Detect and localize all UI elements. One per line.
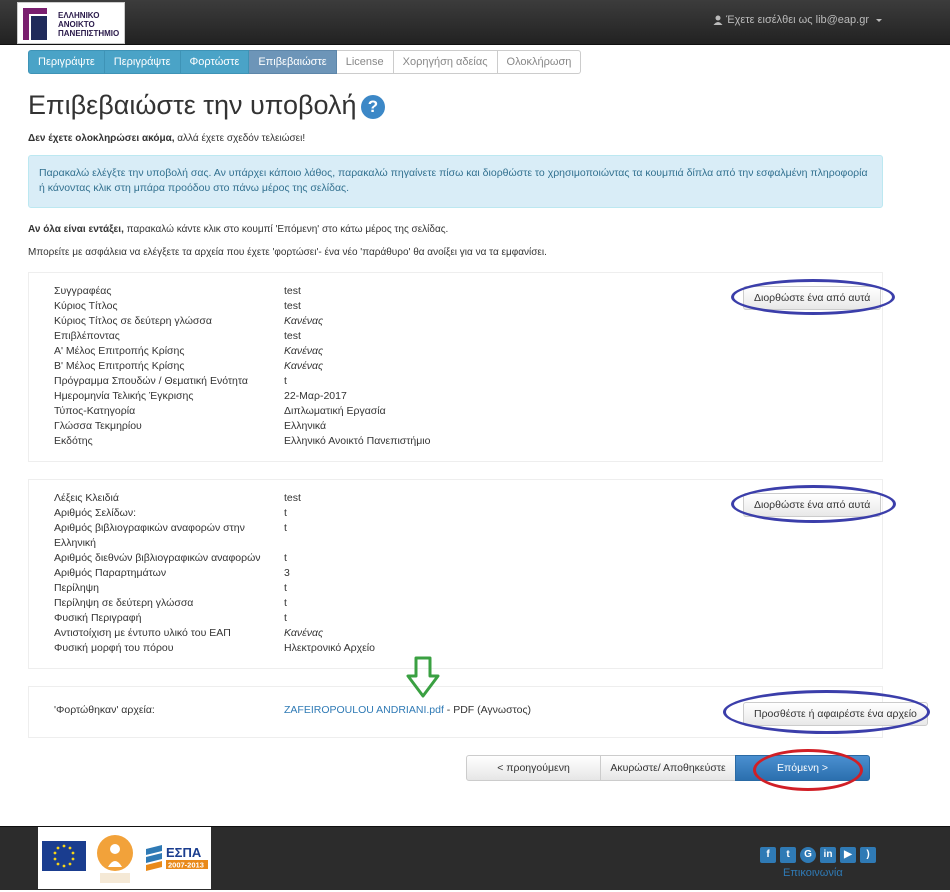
step-describe-2[interactable]: Περιγράψτε [104,50,181,74]
metadata-label: Ημερομηνία Τελικής Έγκρισης [54,390,194,402]
metadata-value: Ελληνικά [284,420,327,432]
step-confirm[interactable]: Επιβεβαιώστε [249,50,337,74]
metadata-label: Εκδότης [54,435,93,447]
metadata-label: Συγγραφέας [54,285,112,297]
metadata-value: Ελληνικό Ανοικτό Πανεπιστήμιο [284,435,431,447]
espa-years: 2007-2013 [168,861,204,870]
next-button[interactable]: Επόμενη > [735,755,870,781]
previous-button[interactable]: < προηγούμενη [466,755,601,781]
files-note: Μπορείτε με ασφάλεια να ελέγξετε τα αρχε… [28,247,547,258]
metadata-label: Β' Μέλος Επιτροπής Κρίσης [54,360,185,372]
user-menu[interactable]: Έχετε εισέλθει ως lib@eap.gr [713,14,882,26]
metadata-label: Επιβλέποντας [54,330,120,342]
metadata-label: Αριθμός Παραρτημάτων [54,567,167,579]
metadata-panel-2: Λέξεις Κλειδιά test Αριθμός Σελίδων: t Αριθμ… [28,479,883,669]
ok-instruction-rest: παρακαλώ κάντε κλικ στο κουμπί 'Επόμενη'… [123,224,449,235]
linkedin-icon[interactable]: in [820,847,836,863]
metadata-value: t [284,582,287,594]
metadata-value: Διπλωματική Εργασία [284,405,386,417]
metadata-label: Α' Μέλος Επιτροπής Κρίσης [54,345,185,357]
metadata-label: Αριθμός βιβλιογραφικών αναφορών στην Ελλ… [54,522,245,549]
metadata-label: Κύριος Τίτλος [54,300,118,312]
ok-instruction-bold: Αν όλα είναι εντάξει, [28,224,124,235]
footer: ΕΣΠΑ 2007-2013 f t G in ▶ ) Επικοινωνία [0,826,950,890]
metadata-label: Αντιστοίχιση με έντυπο υλικό του ΕΑΠ [54,627,231,639]
contact-link[interactable]: Επικοινωνία [783,867,843,879]
info-alert: Παρακαλώ ελέγξτε την υποβολή σας. Αν υπά… [28,155,883,208]
metadata-label: Αριθμός Σελίδων: [54,507,136,519]
metadata-value: Κανένας [284,345,324,357]
metadata-label: Κύριος Τίτλος σε δεύτερη γλώσσα [54,315,212,327]
twitter-icon[interactable]: t [780,847,796,863]
step-upload[interactable]: Φορτώστε [180,50,250,74]
help-icon[interactable]: ? [361,95,385,119]
cancel-save-button[interactable]: Ακυρώστε/ Αποθηκεύστε [600,755,736,781]
metadata-value: t [284,507,287,519]
add-remove-file-button[interactable]: Προσθέστε ή αφαιρέστε ένα αρχείο [743,702,928,726]
step-complete: Ολοκλήρωση [497,50,582,74]
files-panel: 'Φορτώθηκαν' αρχεία: ZAFEIROPOULOU ANDRI… [28,686,928,738]
metadata-value: t [284,552,287,564]
metadata-label: Περίληψη σε δεύτερη γλώσσα [54,597,194,609]
ok-instruction: Αν όλα είναι εντάξει, παρακαλώ κάντε κλι… [28,224,448,235]
metadata-value: test [284,330,301,342]
user-status-text: Έχετε εισέλθει ως lib@eap.gr [726,14,869,26]
metadata-value: Κανένας [284,315,324,327]
metadata-label: Λέξεις Κλειδιά [54,492,119,504]
metadata-value: Κανένας [284,360,324,372]
metadata-value: test [284,492,301,504]
metadata-label: Γλώσσα Τεκμηρίου [54,420,142,432]
rss-icon[interactable]: ) [860,847,876,863]
chevron-down-icon [876,18,882,22]
metadata-value: Ηλεκτρονικό Αρχείο [284,642,375,654]
submission-progress-bar: Περιγράψτε Περιγράψτε Φορτώστε Επιβεβαιώ… [28,50,582,74]
edit-section-2-button[interactable]: Διορθώστε ένα από αυτά [743,493,882,517]
metadata-value: t [284,612,287,624]
almost-done-text: Δεν έχετε ολοκληρώσει ακόμα, αλλά έχετε … [28,133,305,144]
step-license: License [336,50,394,74]
logo-text: ΕΛΛΗΝΙΚΟ ΑΝΟΙΚΤΟ ΠΑΝΕΠΙΣΤΗΜΙΟ [58,11,120,38]
eu-funding-logo-icon: ΕΣΠΑ 2007-2013 [42,835,208,883]
edit-section-1-button[interactable]: Διορθώστε ένα από αυτά [743,286,882,310]
page-title: Επιβεβαιώστε την υποβολή [28,90,357,120]
uploaded-files-label: 'Φορτώθηκαν' αρχεία: [54,704,155,716]
top-navbar: ΕΛΛΗΝΙΚΟ ΑΝΟΙΚΤΟ ΠΑΝΕΠΙΣΤΗΜΙΟ Έχετε εισέ… [0,0,950,45]
logo-mark-icon [21,6,51,42]
almost-done-rest: αλλά έχετε σχεδόν τελειώσει! [174,133,306,144]
metadata-panel-1: Συγγραφέας test Κύριος Τίτλος test Κύριος Τί… [28,272,883,462]
metadata-value: test [284,285,301,297]
metadata-value: t [284,375,287,387]
metadata-label: Πρόγραμμα Σπουδών / Θεματική Ενότητα [54,375,248,387]
google-plus-icon[interactable]: G [800,847,816,863]
metadata-value: 22-Μαρ-2017 [284,390,347,402]
step-describe-1[interactable]: Περιγράψτε [28,50,105,74]
espa-funding-logos: ΕΣΠΑ 2007-2013 [38,827,211,889]
user-icon [713,15,723,25]
metadata-value: Κανένας [284,627,324,639]
metadata-value: t [284,522,287,534]
metadata-label: Περίληψη [54,582,99,594]
almost-done-bold: Δεν έχετε ολοκληρώσει ακόμα, [28,133,175,144]
youtube-icon[interactable]: ▶ [840,847,856,863]
uploaded-file-value: ZAFEIROPOULOU ANDRIANI.pdf - PDF (Αγνωστ… [284,703,604,718]
down-arrow-annotation-icon [406,656,440,698]
metadata-label: Αριθμός διεθνών βιβλιογραφικών αναφορών [54,552,261,564]
espa-text: ΕΣΠΑ [166,845,202,860]
metadata-label: Φυσική Περιγραφή [54,612,142,624]
metadata-label: Φυσική μορφή του πόρου [54,642,174,654]
university-logo[interactable]: ΕΛΛΗΝΙΚΟ ΑΝΟΙΚΤΟ ΠΑΝΕΠΙΣΤΗΜΙΟ [17,2,125,44]
facebook-icon[interactable]: f [760,847,776,863]
metadata-value: test [284,300,301,312]
step-grant-license: Χορηγήση αδείας [393,50,498,74]
metadata-value: t [284,597,287,609]
metadata-label: Τύπος-Κατηγορία [54,405,136,417]
uploaded-file-info: - PDF (Αγνωστος) [443,704,532,716]
metadata-value: 3 [284,567,290,579]
uploaded-file-link[interactable]: ZAFEIROPOULOU ANDRIANI.pdf [284,704,444,716]
social-links: f t G in ▶ ) [760,847,876,863]
